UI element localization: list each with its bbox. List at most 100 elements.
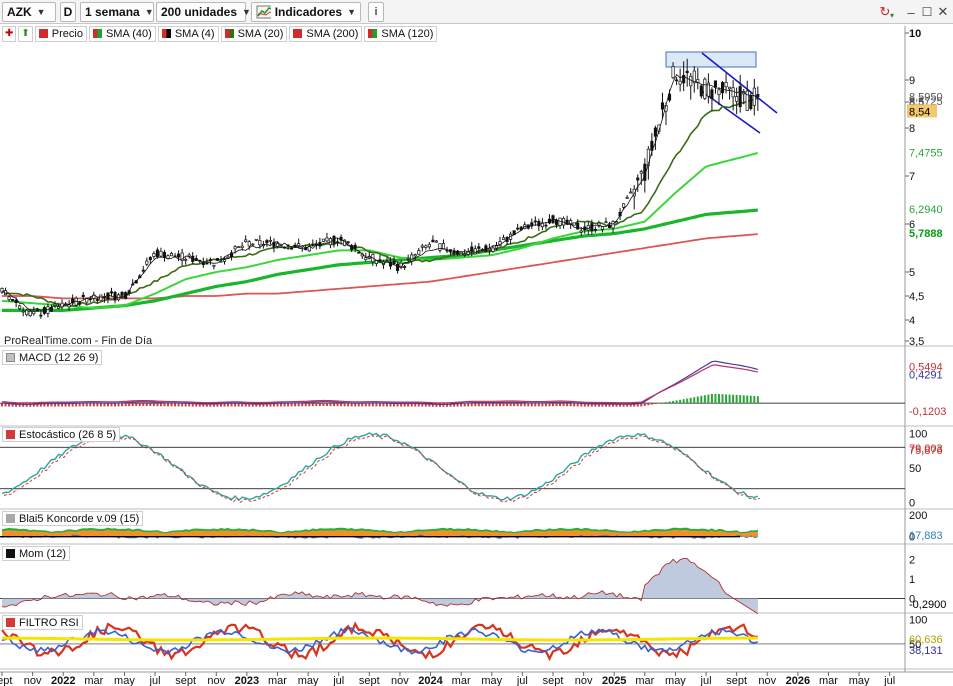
candle-body bbox=[265, 240, 269, 244]
candle-body bbox=[325, 237, 329, 242]
time-tick-label: mar bbox=[452, 675, 471, 686]
legend-swatch bbox=[161, 29, 171, 38]
legend-item[interactable]: Precio bbox=[34, 25, 87, 42]
time-tick-label: may bbox=[114, 675, 135, 686]
stochastic-label-text: Estocástico (26 8 5) bbox=[19, 428, 117, 441]
candle-body bbox=[424, 245, 428, 248]
candle-body bbox=[357, 251, 361, 254]
candle-body bbox=[32, 311, 36, 315]
macd-histogram-bar bbox=[573, 403, 576, 407]
time-tick-label: nov bbox=[758, 675, 776, 686]
macd-histogram-bar bbox=[294, 403, 297, 407]
macd-histogram-bar bbox=[513, 403, 516, 407]
rsi-swatch bbox=[6, 618, 15, 627]
legend-item[interactable]: SMA (4) bbox=[157, 25, 219, 42]
macd-histogram-bar bbox=[325, 403, 328, 406]
candle-body bbox=[106, 292, 110, 300]
rsi-filter-panel: 10050 bbox=[0, 614, 927, 662]
time-tick-label: mar bbox=[635, 675, 654, 686]
candle-body bbox=[639, 171, 643, 174]
rsi-filter-line bbox=[2, 636, 758, 642]
macd-histogram-bar bbox=[491, 403, 494, 407]
macd-histogram-bar bbox=[128, 403, 131, 407]
macd-histogram-bar bbox=[446, 403, 449, 407]
candle-body bbox=[713, 80, 718, 88]
macd-histogram-bar bbox=[541, 403, 544, 407]
candle-body bbox=[346, 241, 350, 244]
price-tick-label: 9 bbox=[909, 75, 915, 87]
macd-histogram-bar bbox=[336, 403, 339, 407]
macd-histogram-bar bbox=[96, 403, 99, 407]
candle-body bbox=[152, 253, 156, 257]
candle-body bbox=[237, 246, 241, 248]
rsi-label[interactable]: FILTRO RSI bbox=[2, 615, 83, 630]
macd-histogram-bar bbox=[322, 403, 325, 406]
macd-histogram-bar bbox=[665, 402, 668, 404]
candle-body bbox=[438, 243, 442, 251]
legend-label: Precio bbox=[51, 27, 83, 40]
candle-body bbox=[18, 305, 22, 309]
stochastic-label[interactable]: Estocástico (26 8 5) bbox=[2, 427, 121, 442]
macd-label-text: MACD (12 26 9) bbox=[19, 351, 99, 364]
legend-label: SMA (200) bbox=[306, 27, 359, 40]
legend-swatch bbox=[293, 29, 303, 38]
macd-histogram-bar bbox=[689, 397, 692, 404]
candle-body bbox=[491, 247, 495, 252]
candle-body bbox=[212, 264, 216, 267]
collapse-button[interactable]: ⬆ bbox=[18, 25, 33, 42]
candle-body bbox=[403, 266, 407, 268]
macd-histogram-bar bbox=[163, 403, 166, 407]
candle-body bbox=[251, 243, 255, 246]
time-tick-label: jul bbox=[149, 675, 161, 686]
macd-histogram-bar bbox=[502, 403, 505, 407]
candle-body bbox=[607, 224, 612, 229]
candle-body bbox=[611, 221, 615, 229]
macd-histogram-bar bbox=[643, 403, 646, 406]
legend-item[interactable]: SMA (120) bbox=[364, 25, 438, 42]
macd-histogram-bar bbox=[481, 403, 484, 407]
macd-histogram-bar bbox=[297, 403, 300, 407]
macd-panel bbox=[0, 360, 905, 407]
macd-histogram-bar bbox=[333, 403, 336, 407]
candle-body bbox=[724, 81, 728, 88]
macd-histogram-bar bbox=[156, 403, 159, 407]
time-tick-label: 2025 bbox=[602, 675, 626, 686]
candle-body bbox=[417, 250, 421, 255]
time-tick-label: sept bbox=[726, 675, 747, 686]
candle-body bbox=[699, 85, 703, 97]
price-value-tag: 8,54 bbox=[909, 106, 930, 118]
candle-body bbox=[226, 256, 230, 259]
time-tick-label: may bbox=[849, 675, 870, 686]
koncorde-value-tag: 17,883 bbox=[909, 530, 943, 542]
mom-axis-label: 1 bbox=[909, 574, 915, 586]
candle-body bbox=[625, 197, 629, 199]
macd-signal-line bbox=[1, 364, 758, 404]
macd-histogram-bar bbox=[672, 400, 675, 404]
macd-histogram-bar bbox=[753, 396, 756, 404]
koncorde-label[interactable]: Blai5 Koncorde v.09 (15) bbox=[2, 511, 144, 526]
price-tick-label: 3,5 bbox=[909, 336, 924, 348]
macd-histogram-bar bbox=[530, 403, 533, 407]
macd-histogram-bar bbox=[559, 403, 562, 407]
macd-label[interactable]: MACD (12 26 9) bbox=[2, 350, 103, 365]
legend-item[interactable]: SMA (40) bbox=[88, 25, 156, 42]
candle-body bbox=[155, 249, 159, 257]
time-tick-label: 2022 bbox=[51, 675, 75, 686]
candle-body bbox=[537, 220, 541, 227]
price-tick-label: 4 bbox=[909, 315, 915, 327]
legend-label: SMA (120) bbox=[381, 27, 434, 40]
macd-histogram-bar bbox=[555, 403, 558, 407]
candle-body bbox=[95, 299, 99, 301]
candle-body bbox=[25, 309, 29, 316]
legend-item[interactable]: SMA (200) bbox=[289, 25, 363, 42]
candle-body bbox=[731, 87, 735, 98]
legend-label: SMA (4) bbox=[174, 27, 215, 40]
time-tick-label: jul bbox=[700, 675, 712, 686]
macd-histogram-bar bbox=[304, 403, 307, 407]
expand-button[interactable]: ✚ bbox=[2, 25, 17, 42]
mom-label[interactable]: Mom (12) bbox=[2, 546, 71, 561]
rsi-value-tag: 38,131 bbox=[909, 645, 943, 657]
legend-item[interactable]: SMA (20) bbox=[220, 25, 288, 42]
macd-histogram-bar bbox=[675, 400, 678, 404]
macd-histogram-bar bbox=[707, 394, 710, 404]
